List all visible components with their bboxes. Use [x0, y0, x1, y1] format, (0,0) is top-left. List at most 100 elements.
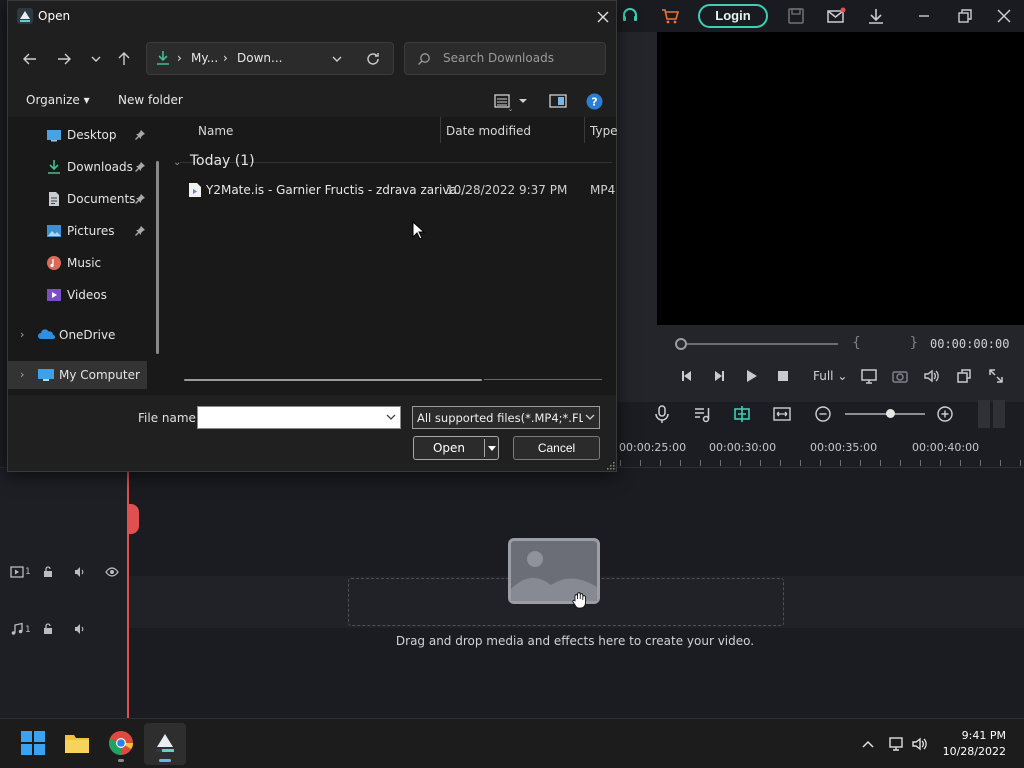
microphone-icon[interactable]: [652, 404, 672, 424]
cancel-button[interactable]: Cancel: [513, 436, 600, 460]
refresh-icon[interactable]: [365, 51, 381, 67]
expand-chevron-icon[interactable]: ›: [20, 368, 24, 381]
address-dropdown-icon[interactable]: [329, 51, 345, 67]
pin-icon[interactable]: [134, 225, 146, 237]
back-arrow-icon[interactable]: [21, 50, 39, 68]
open-button-label: Open: [432, 441, 466, 455]
fit-timeline-icon[interactable]: [772, 404, 792, 424]
file-name-dropdown-icon[interactable]: [384, 410, 398, 424]
file-group-header[interactable]: ⌄ Today (1): [173, 153, 255, 169]
volume-icon[interactable]: [922, 367, 940, 385]
nav-item-music[interactable]: Music: [8, 249, 158, 277]
audio-mix-icon[interactable]: [692, 404, 712, 424]
restore-icon[interactable]: [954, 6, 974, 26]
close-icon[interactable]: [593, 7, 613, 27]
zoom-slider[interactable]: [845, 413, 925, 415]
speaker-icon[interactable]: [911, 736, 929, 752]
column-header-type[interactable]: Type: [590, 124, 618, 138]
zoom-out-icon[interactable]: [813, 404, 833, 424]
breadcrumb-downloads[interactable]: Down...: [237, 51, 282, 65]
file-explorer-icon[interactable]: [64, 730, 90, 756]
forward-arrow-icon[interactable]: [55, 50, 73, 68]
snap-icon[interactable]: [732, 404, 752, 424]
system-tray-chevron-icon[interactable]: [860, 736, 876, 752]
filmora-taskbar-icon[interactable]: [152, 730, 178, 756]
help-icon[interactable]: ?: [586, 93, 603, 110]
close-icon[interactable]: [994, 6, 1014, 26]
resize-grip-icon[interactable]: [606, 461, 615, 470]
stop-icon[interactable]: [774, 367, 792, 385]
open-options-dropdown-icon[interactable]: [486, 441, 498, 455]
view-options-icon[interactable]: [494, 93, 528, 109]
timeline-panel-toggle[interactable]: [978, 400, 990, 428]
network-icon[interactable]: [887, 736, 905, 752]
minimize-icon[interactable]: [914, 6, 934, 26]
up-arrow-icon[interactable]: [115, 50, 133, 68]
lock-icon[interactable]: [41, 565, 55, 579]
fullscreen-icon[interactable]: [987, 367, 1005, 385]
new-folder-button[interactable]: New folder: [118, 93, 183, 107]
nav-item-downloads[interactable]: Downloads: [8, 153, 158, 181]
pin-icon[interactable]: [134, 161, 146, 173]
track-volume-icon[interactable]: [73, 622, 87, 636]
taskbar-clock-time[interactable]: 9:41 PM: [940, 729, 1006, 742]
breadcrumb-my-computer[interactable]: My...: [191, 51, 218, 65]
mail-icon[interactable]: [826, 6, 846, 26]
column-divider[interactable]: [440, 117, 441, 143]
download-icon[interactable]: [866, 6, 886, 26]
monitor-icon[interactable]: [860, 367, 878, 385]
expand-chevron-icon[interactable]: ›: [20, 328, 24, 341]
nav-item-my-computer[interactable]: › My Computer: [8, 361, 147, 389]
nav-item-pictures[interactable]: Pictures: [8, 217, 158, 245]
organize-button[interactable]: Organize ▾: [26, 93, 90, 107]
zoom-in-icon[interactable]: [935, 404, 955, 424]
taskbar-clock-date[interactable]: 10/28/2022: [940, 745, 1006, 758]
desktop-icon: [46, 127, 62, 143]
column-divider[interactable]: [584, 117, 585, 143]
preview-scrubber[interactable]: [680, 343, 838, 345]
playhead[interactable]: [127, 470, 129, 718]
file-type-filter-select[interactable]: All supported files(*.MP4;*.FLV;: [412, 406, 600, 429]
preview-scrubber-knob[interactable]: [675, 338, 687, 350]
chrome-icon[interactable]: [108, 730, 134, 756]
nav-item-desktop[interactable]: Desktop: [8, 121, 158, 149]
preview-pane-icon[interactable]: [549, 93, 567, 109]
recent-locations-chevron-icon[interactable]: [87, 50, 105, 68]
address-bar[interactable]: › My... › Down...: [146, 42, 394, 75]
crop-icon[interactable]: [955, 367, 973, 385]
snapshot-icon[interactable]: [891, 367, 909, 385]
windows-start-icon[interactable]: [20, 730, 46, 756]
pin-icon[interactable]: [134, 193, 146, 205]
ruler-tick: [740, 460, 741, 466]
track-volume-icon[interactable]: [73, 565, 87, 579]
column-header-date[interactable]: Date modified: [446, 124, 531, 138]
step-forward-icon[interactable]: [710, 367, 728, 385]
nav-item-documents[interactable]: Documents: [8, 185, 158, 213]
nav-item-videos[interactable]: Videos: [8, 281, 158, 309]
file-name-input[interactable]: [197, 406, 401, 429]
open-button[interactable]: Open: [413, 436, 499, 460]
login-button[interactable]: Login: [698, 4, 768, 28]
search-input[interactable]: Search Downloads: [404, 42, 606, 75]
nav-scrollbar[interactable]: [156, 161, 159, 354]
step-back-icon[interactable]: [678, 367, 696, 385]
column-header-name[interactable]: Name: [198, 124, 233, 138]
dialog-title-bar[interactable]: [8, 1, 616, 33]
lock-icon[interactable]: [41, 622, 55, 636]
eye-icon[interactable]: [105, 565, 119, 579]
pin-icon[interactable]: [134, 129, 146, 141]
mark-in-out-brackets[interactable]: { }: [852, 335, 940, 351]
headset-icon[interactable]: [620, 6, 640, 26]
horizontal-scrollbar[interactable]: [184, 379, 482, 381]
cart-icon[interactable]: [660, 6, 680, 26]
zoom-slider-knob[interactable]: [886, 409, 895, 418]
nav-item-onedrive[interactable]: › OneDrive: [8, 321, 158, 349]
save-icon[interactable]: [786, 6, 806, 26]
filter-dropdown-icon[interactable]: [583, 410, 597, 424]
collapse-chevron-icon[interactable]: ⌄: [173, 157, 181, 168]
play-icon[interactable]: [742, 367, 760, 385]
file-row[interactable]: Y2Mate.is - Garnier Fructis - zdrava zar…: [186, 179, 616, 201]
ruler-tick: [900, 460, 901, 466]
preview-quality-select[interactable]: Full ⌄: [813, 369, 847, 383]
timeline-panel-toggle-2[interactable]: [993, 400, 1005, 428]
